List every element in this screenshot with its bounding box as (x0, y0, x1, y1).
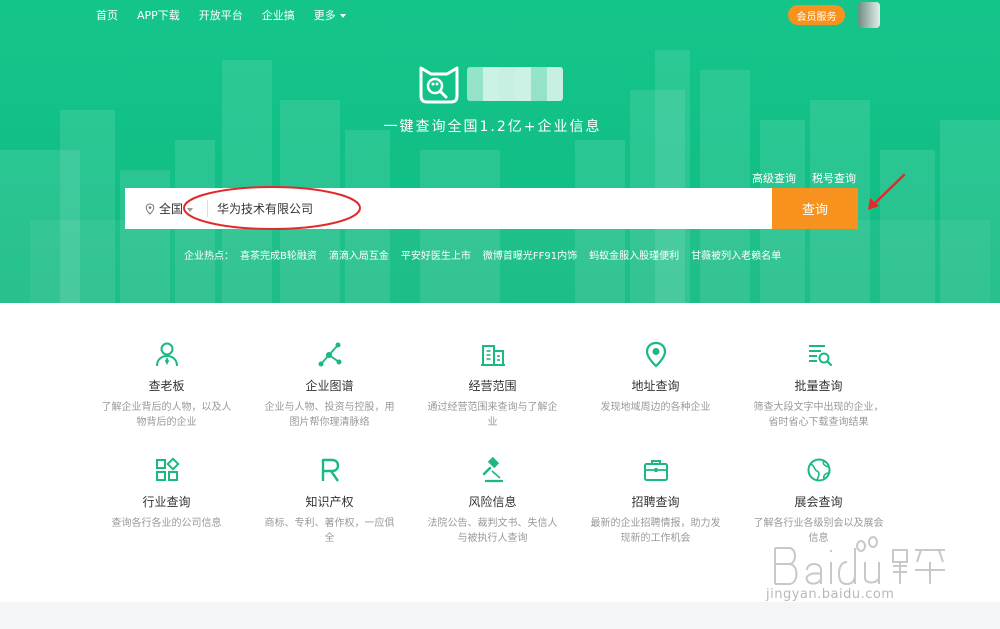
feature-grid: 查老板 了解企业背后的人物，以及人物背后的企业 企业图谱 企业与人物、投资与控股… (85, 340, 900, 546)
feature-batch-search[interactable]: 批量查询 筛查大段文字中出现的企业，省时省心下载查询结果 (737, 340, 900, 430)
nav-home[interactable]: 首页 (96, 7, 118, 23)
nav-more[interactable]: 更多 (314, 7, 346, 23)
batch-search-icon (808, 345, 832, 367)
advanced-links: 高级查询 税号查询 (752, 170, 856, 186)
gavel-icon (482, 456, 503, 483)
hero-banner: 首页 APP下载 开放平台 企业搞 更多 会员服务 一键查询全国1.2亿+企业信… (0, 0, 1000, 303)
feature-desc: 法院公告、裁判文书、失信人与被执行人查询 (427, 518, 558, 544)
feature-desc: 了解企业背后的人物，以及人物背后的企业 (101, 402, 232, 428)
search-button[interactable]: 查询 (772, 188, 858, 229)
nav-open-platform[interactable]: 开放平台 (199, 7, 243, 23)
feature-title: 地址查询 (631, 379, 680, 393)
tax-number-search-link[interactable]: 税号查询 (812, 170, 856, 186)
top-navigation: 首页 APP下载 开放平台 企业搞 更多 (96, 7, 365, 23)
feature-industry-search[interactable]: 行业查询 查询各行各业的公司信息 (85, 456, 248, 546)
location-pin-icon (145, 202, 155, 215)
person-icon (155, 342, 178, 367)
advanced-search-link[interactable]: 高级查询 (752, 170, 796, 186)
nav-more-label: 更多 (313, 9, 336, 22)
avatar[interactable] (858, 2, 880, 28)
feature-desc: 查询各行各业的公司信息 (111, 518, 222, 529)
feature-title: 风险信息 (468, 495, 517, 509)
feature-recruit-search[interactable]: 招聘查询 最新的企业招聘情报，助力发现新的工作机会 (574, 456, 737, 546)
logo-icon (419, 66, 459, 104)
globe-icon (807, 458, 830, 482)
feature-risk-info[interactable]: 风险信息 法院公告、裁判文书、失信人与被执行人查询 (411, 456, 574, 546)
feature-desc: 发现地域周边的各种企业 (600, 402, 711, 413)
hero-slogan: 一键查询全国1.2亿+企业信息 (383, 119, 602, 135)
feature-enterprise-graph[interactable]: 企业图谱 企业与人物、投资与控股，用图片帮你理清脉络 (248, 340, 411, 430)
feature-boss-search[interactable]: 查老板 了解企业背后的人物，以及人物背后的企业 (85, 340, 248, 430)
annotation-ellipse (183, 186, 361, 230)
hot-topic-link[interactable]: 蚂蚁金服入股瑾便利 (589, 247, 679, 262)
brand-name-blurred (467, 67, 563, 101)
chevron-down-icon (339, 14, 346, 18)
hot-topic-link[interactable]: 微博首曝光FF91内饰 (483, 247, 577, 262)
registered-r-icon (321, 458, 339, 482)
hot-topic-link[interactable]: 滴滴入局互金 (329, 247, 389, 262)
vip-service-button[interactable]: 会员服务 (788, 5, 845, 25)
feature-title: 知识产权 (305, 495, 354, 509)
annotation-arrow-icon (868, 173, 906, 210)
feature-title: 展会查询 (794, 495, 843, 509)
feature-ip[interactable]: 知识产权 商标、专利、著作权，一应俱全 (248, 456, 411, 546)
hot-topics: 企业热点： 喜茶完成B轮融资 滴滴入局互金 平安好医生上市 微博首曝光FF91内… (184, 247, 793, 262)
feature-title: 招聘查询 (631, 495, 680, 509)
feature-title: 企业图谱 (305, 379, 354, 393)
nav-enterprise[interactable]: 企业搞 (262, 7, 295, 23)
grid-apps-icon (155, 457, 180, 481)
feature-address-search[interactable]: 地址查询 发现地域周边的各种企业 (574, 340, 737, 430)
region-label: 全国 (159, 202, 184, 216)
feature-desc: 通过经营范围来查询与了解企业 (427, 402, 558, 428)
feature-title: 查老板 (148, 379, 185, 393)
feature-desc: 商标、专利、著作权，一应俱全 (264, 518, 395, 544)
location-pin-icon (645, 341, 666, 368)
feature-desc: 筛查大段文字中出现的企业，省时省心下载查询结果 (753, 402, 884, 428)
feature-title: 批量查询 (794, 379, 843, 393)
feature-title: 行业查询 (142, 495, 191, 509)
graph-icon (318, 342, 341, 367)
watermark-url: jingyan.baidu.com (766, 587, 895, 602)
hot-topic-link[interactable]: 甘薇被列入老赖名单 (691, 247, 781, 262)
hot-topic-link[interactable]: 平安好医生上市 (401, 247, 471, 262)
nav-app-download[interactable]: APP下载 (137, 7, 180, 23)
feature-business-scope[interactable]: 经营范围 通过经营范围来查询与了解企业 (411, 340, 574, 430)
building-icon (480, 345, 505, 366)
hot-topic-link[interactable]: 喜茶完成B轮融资 (240, 247, 317, 262)
briefcase-icon (643, 460, 668, 481)
feature-title: 经营范围 (468, 379, 517, 393)
feature-desc: 企业与人物、投资与控股，用图片帮你理清脉络 (264, 402, 395, 428)
feature-desc: 最新的企业招聘情报，助力发现新的工作机会 (590, 518, 721, 544)
hot-topics-label: 企业热点： (184, 251, 234, 262)
